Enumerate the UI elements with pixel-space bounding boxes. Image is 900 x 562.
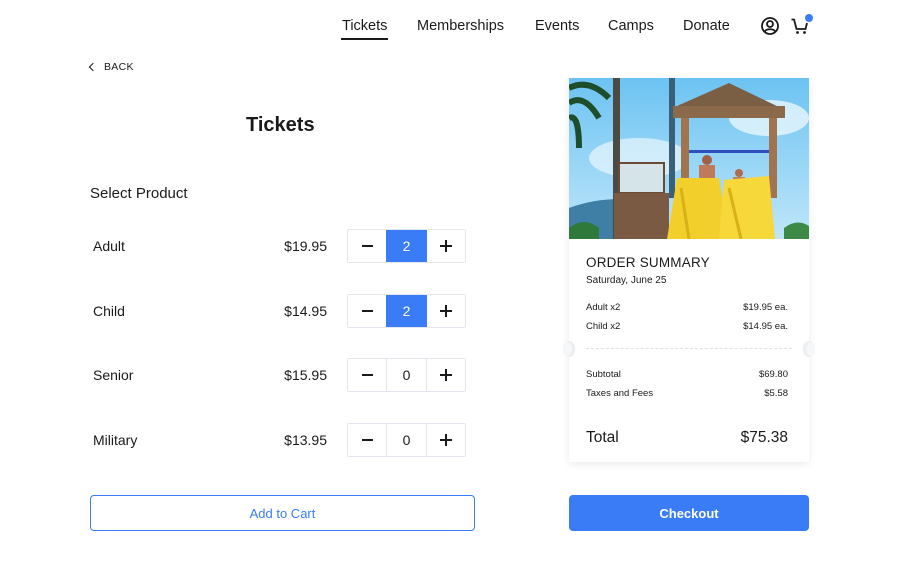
waterpark-image (569, 78, 809, 239)
plus-icon (439, 240, 452, 252)
product-row-adult: Adult $19.95 2 (90, 229, 470, 263)
decrement-button[interactable] (348, 230, 387, 262)
nav-item-donate[interactable]: Donate (683, 18, 730, 34)
increment-button[interactable] (426, 424, 465, 456)
minus-icon (361, 374, 373, 376)
quantity-value[interactable]: 2 (386, 230, 427, 262)
checkout-button[interactable]: Checkout (569, 495, 809, 531)
decrement-button[interactable] (348, 359, 387, 391)
nav-item-camps[interactable]: Camps (608, 18, 654, 34)
subtotal-row: Subtotal $69.80 (586, 369, 788, 380)
user-circle-icon[interactable] (760, 16, 780, 36)
minus-icon (361, 439, 373, 441)
increment-button[interactable] (426, 359, 465, 391)
line-value: $19.95 ea. (743, 302, 788, 313)
product-row-senior: Senior $15.95 0 (90, 358, 470, 392)
order-date: Saturday, June 25 (586, 275, 667, 286)
product-row-child: Child $14.95 2 (90, 294, 470, 328)
product-price: $19.95 (284, 238, 327, 254)
ticket-notch-left (563, 341, 575, 357)
total-value: $75.38 (740, 429, 788, 446)
quantity-value[interactable]: 2 (386, 295, 427, 327)
product-name: Military (93, 432, 138, 448)
total-label: Total (586, 429, 619, 446)
product-name: Child (93, 303, 125, 319)
page-title: Tickets (246, 114, 315, 136)
back-link[interactable]: BACK (88, 61, 134, 73)
dashed-divider (586, 348, 792, 349)
product-name: Senior (93, 367, 134, 383)
back-label: BACK (104, 61, 134, 73)
nav-item-tickets[interactable]: Tickets (340, 18, 389, 40)
decrement-button[interactable] (348, 295, 387, 327)
quantity-stepper: 0 (347, 423, 466, 457)
line-label: Adult x2 (586, 302, 621, 313)
taxes-row: Taxes and Fees $5.58 (586, 388, 788, 399)
line-value: $14.95 ea. (743, 321, 788, 332)
line-label: Child x2 (586, 321, 621, 332)
order-summary-card: ORDER SUMMARY Saturday, June 25 Adult x2… (563, 78, 815, 462)
cart-badge-dot (805, 14, 813, 22)
minus-icon (361, 245, 373, 247)
top-navigation: Tickets Memberships Events Camps Donate (0, 0, 900, 50)
order-summary-title: ORDER SUMMARY (586, 255, 710, 270)
plus-icon (439, 434, 452, 446)
add-to-cart-button[interactable]: Add to Cart (90, 495, 475, 531)
product-price: $15.95 (284, 367, 327, 383)
taxes-value: $5.58 (764, 388, 788, 399)
quantity-value[interactable]: 0 (386, 359, 427, 391)
decrement-button[interactable] (348, 424, 387, 456)
quantity-stepper: 2 (347, 294, 466, 328)
product-price: $14.95 (284, 303, 327, 319)
plus-icon (439, 369, 452, 381)
summary-line-item: Adult x2 $19.95 ea. (586, 302, 788, 313)
nav-item-events[interactable]: Events (535, 18, 579, 34)
taxes-label: Taxes and Fees (586, 388, 654, 399)
subtotal-value: $69.80 (758, 369, 788, 380)
product-name: Adult (93, 238, 125, 254)
chevron-left-icon (88, 62, 98, 72)
total-row: Total $75.38 (586, 429, 788, 447)
increment-button[interactable] (426, 295, 465, 327)
plus-icon (439, 305, 452, 317)
product-row-military: Military $13.95 0 (90, 423, 470, 457)
section-title: Select Product (90, 185, 188, 202)
increment-button[interactable] (426, 230, 465, 262)
quantity-value[interactable]: 0 (386, 424, 427, 456)
minus-icon (361, 310, 373, 312)
cart-icon[interactable] (790, 14, 813, 36)
subtotal-label: Subtotal (586, 369, 621, 380)
ticket-notch-right (803, 341, 815, 357)
nav-item-memberships[interactable]: Memberships (417, 18, 504, 34)
quantity-stepper: 2 (347, 229, 466, 263)
product-price: $13.95 (284, 432, 327, 448)
quantity-stepper: 0 (347, 358, 466, 392)
summary-line-item: Child x2 $14.95 ea. (586, 321, 788, 332)
